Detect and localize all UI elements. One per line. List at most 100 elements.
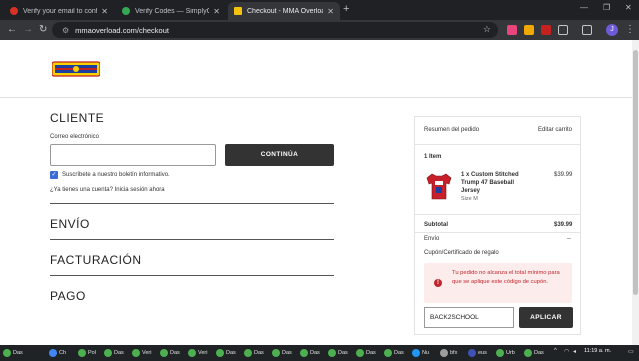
extensions-puzzle-icon[interactable] [558,25,568,35]
taskbar-item[interactable]: Veri [132,347,151,359]
back-icon[interactable]: ← [7,24,17,35]
taskbar-item[interactable]: Das [244,347,264,359]
taskbar-label: bfx [450,350,458,356]
apply-coupon-button[interactable]: APLICAR [519,307,573,328]
shipping-value: -- [567,236,571,242]
bookmark-star-icon[interactable]: ☆ [483,24,491,35]
item-price: $39.99 [554,172,573,178]
taskbar-label: Pol [88,350,96,356]
minimize-icon[interactable]: — [580,3,588,12]
page-scrollbar[interactable] [632,40,639,345]
order-summary: Resumen del pedido Editar carrito 1 Item… [414,116,581,335]
close-tab-icon[interactable]: ✕ [213,7,220,16]
taskbar-item[interactable]: Das [356,347,376,359]
taskbar-label: Das [366,350,376,356]
app-icon [440,349,448,357]
taskbar-item[interactable]: Ch [49,347,66,359]
mma-overload-logo[interactable] [52,59,100,79]
taskbar-item[interactable]: Das [160,347,180,359]
taskbar-item[interactable]: Das [328,347,348,359]
subtotal-label: Subtotal [424,222,448,228]
summary-divider [415,232,580,233]
extension-icon[interactable] [541,25,551,35]
newsletter-checkbox[interactable]: ✓ [50,171,58,179]
app-icon [496,349,504,357]
browser-tab-active[interactable]: Checkout - MMA Overload ✕ [228,2,340,20]
app-icon [468,349,476,357]
browser-tab[interactable]: Verify Codes — SimplyCodes ✕ [116,2,226,20]
tab-title: Checkout - MMA Overload [247,7,324,15]
taskbar-item[interactable]: Das [300,347,320,359]
taskbar-item[interactable]: Veri [188,347,207,359]
app-icon [524,349,532,357]
close-tab-icon[interactable]: ✕ [327,7,334,16]
forward-icon[interactable]: → [23,24,33,35]
taskbar-item[interactable]: Das [104,347,124,359]
edit-cart-link[interactable]: Editar carrito [538,127,572,133]
taskbar-label: Das [114,350,124,356]
close-tab-icon[interactable]: ✕ [101,7,108,16]
taskbar-item[interactable]: Nu [412,347,429,359]
app-icon [356,349,364,357]
app-icon [78,349,86,357]
app-icon [412,349,420,357]
scrollbar-thumb[interactable] [633,50,638,295]
taskbar-item[interactable]: Urb [496,347,515,359]
taskbar-item[interactable]: Das [3,347,23,359]
notification-icon[interactable]: ▭ [628,348,634,355]
taskbar-item[interactable]: Pol [78,347,96,359]
taskbar-item[interactable]: bfx [440,347,457,359]
coupon-error-notice: ! Tu pedido no alcanza el total mínimo p… [424,263,572,303]
taskbar-label: Das [282,350,292,356]
continue-button[interactable]: CONTINÚA [225,144,334,166]
section-divider [50,239,334,240]
item-count: 1 Item [424,154,442,160]
newsletter-label: Suscríbete a nuestro boletín informativo… [62,172,170,178]
simplycodes-icon [122,7,130,15]
app-icon [188,349,196,357]
wifi-icon[interactable]: ◠ [564,348,569,355]
summary-title: Resumen del pedido [424,127,480,133]
taskbar-item[interactable]: Das [524,347,544,359]
taskbar-label: Nu [422,350,430,356]
browser-menu-icon[interactable]: ⋮ [625,24,635,35]
side-panel-icon[interactable] [582,25,592,35]
new-tab-button[interactable]: + [343,3,349,15]
volume-icon[interactable]: ◂ [573,348,576,355]
restore-icon[interactable]: ❐ [603,3,610,12]
taskbar-label: Urb [506,350,515,356]
taskbar-label: Das [338,350,348,356]
taskbar-clock[interactable]: 11:19 a. m. [584,348,611,354]
browser-tab-bar: Verify your email to confirm yo ✕ Verify… [0,0,639,20]
app-icon [3,349,11,357]
site-info-icon[interactable]: ⚙ [62,26,69,35]
summary-divider [415,214,580,215]
taskbar-item[interactable]: Das [216,347,236,359]
browser-tab[interactable]: Verify your email to confirm yo ✕ [4,2,114,20]
tab-title: Verify your email to confirm yo [23,7,97,15]
tray-chevron-icon[interactable]: ^ [554,348,557,354]
taskbar-item[interactable]: eus [468,347,487,359]
windows-taskbar: Das Ch Pol Das Veri Das Veri Das Das Das… [0,345,639,361]
address-bar[interactable]: ⚙ mmaoverload.com/checkout ☆ [52,22,498,38]
taskbar-item[interactable]: Das [384,347,404,359]
coupon-code-field[interactable] [424,307,514,328]
app-icon [104,349,112,357]
taskbar-label: eus [478,350,487,356]
extension-icon[interactable] [524,25,534,35]
site-header [0,40,632,98]
extension-icon[interactable] [507,25,517,35]
app-icon [328,349,336,357]
taskbar-label: Ch [59,350,67,356]
item-name: 1 x Custom Stitched Trump 47 Baseball Je… [461,172,519,194]
reload-icon[interactable]: ↻ [39,24,47,35]
taskbar-label: Veri [142,350,152,356]
close-window-icon[interactable]: ✕ [625,3,632,12]
app-icon [300,349,308,357]
profile-avatar[interactable]: J [606,24,618,36]
taskbar-item[interactable]: Das [272,347,292,359]
chrome-icon [49,349,57,357]
summary-divider [415,144,580,145]
email-field[interactable] [50,144,216,166]
login-link[interactable]: ¿Ya tienes una cuenta? Inicia sesión aho… [50,187,165,193]
